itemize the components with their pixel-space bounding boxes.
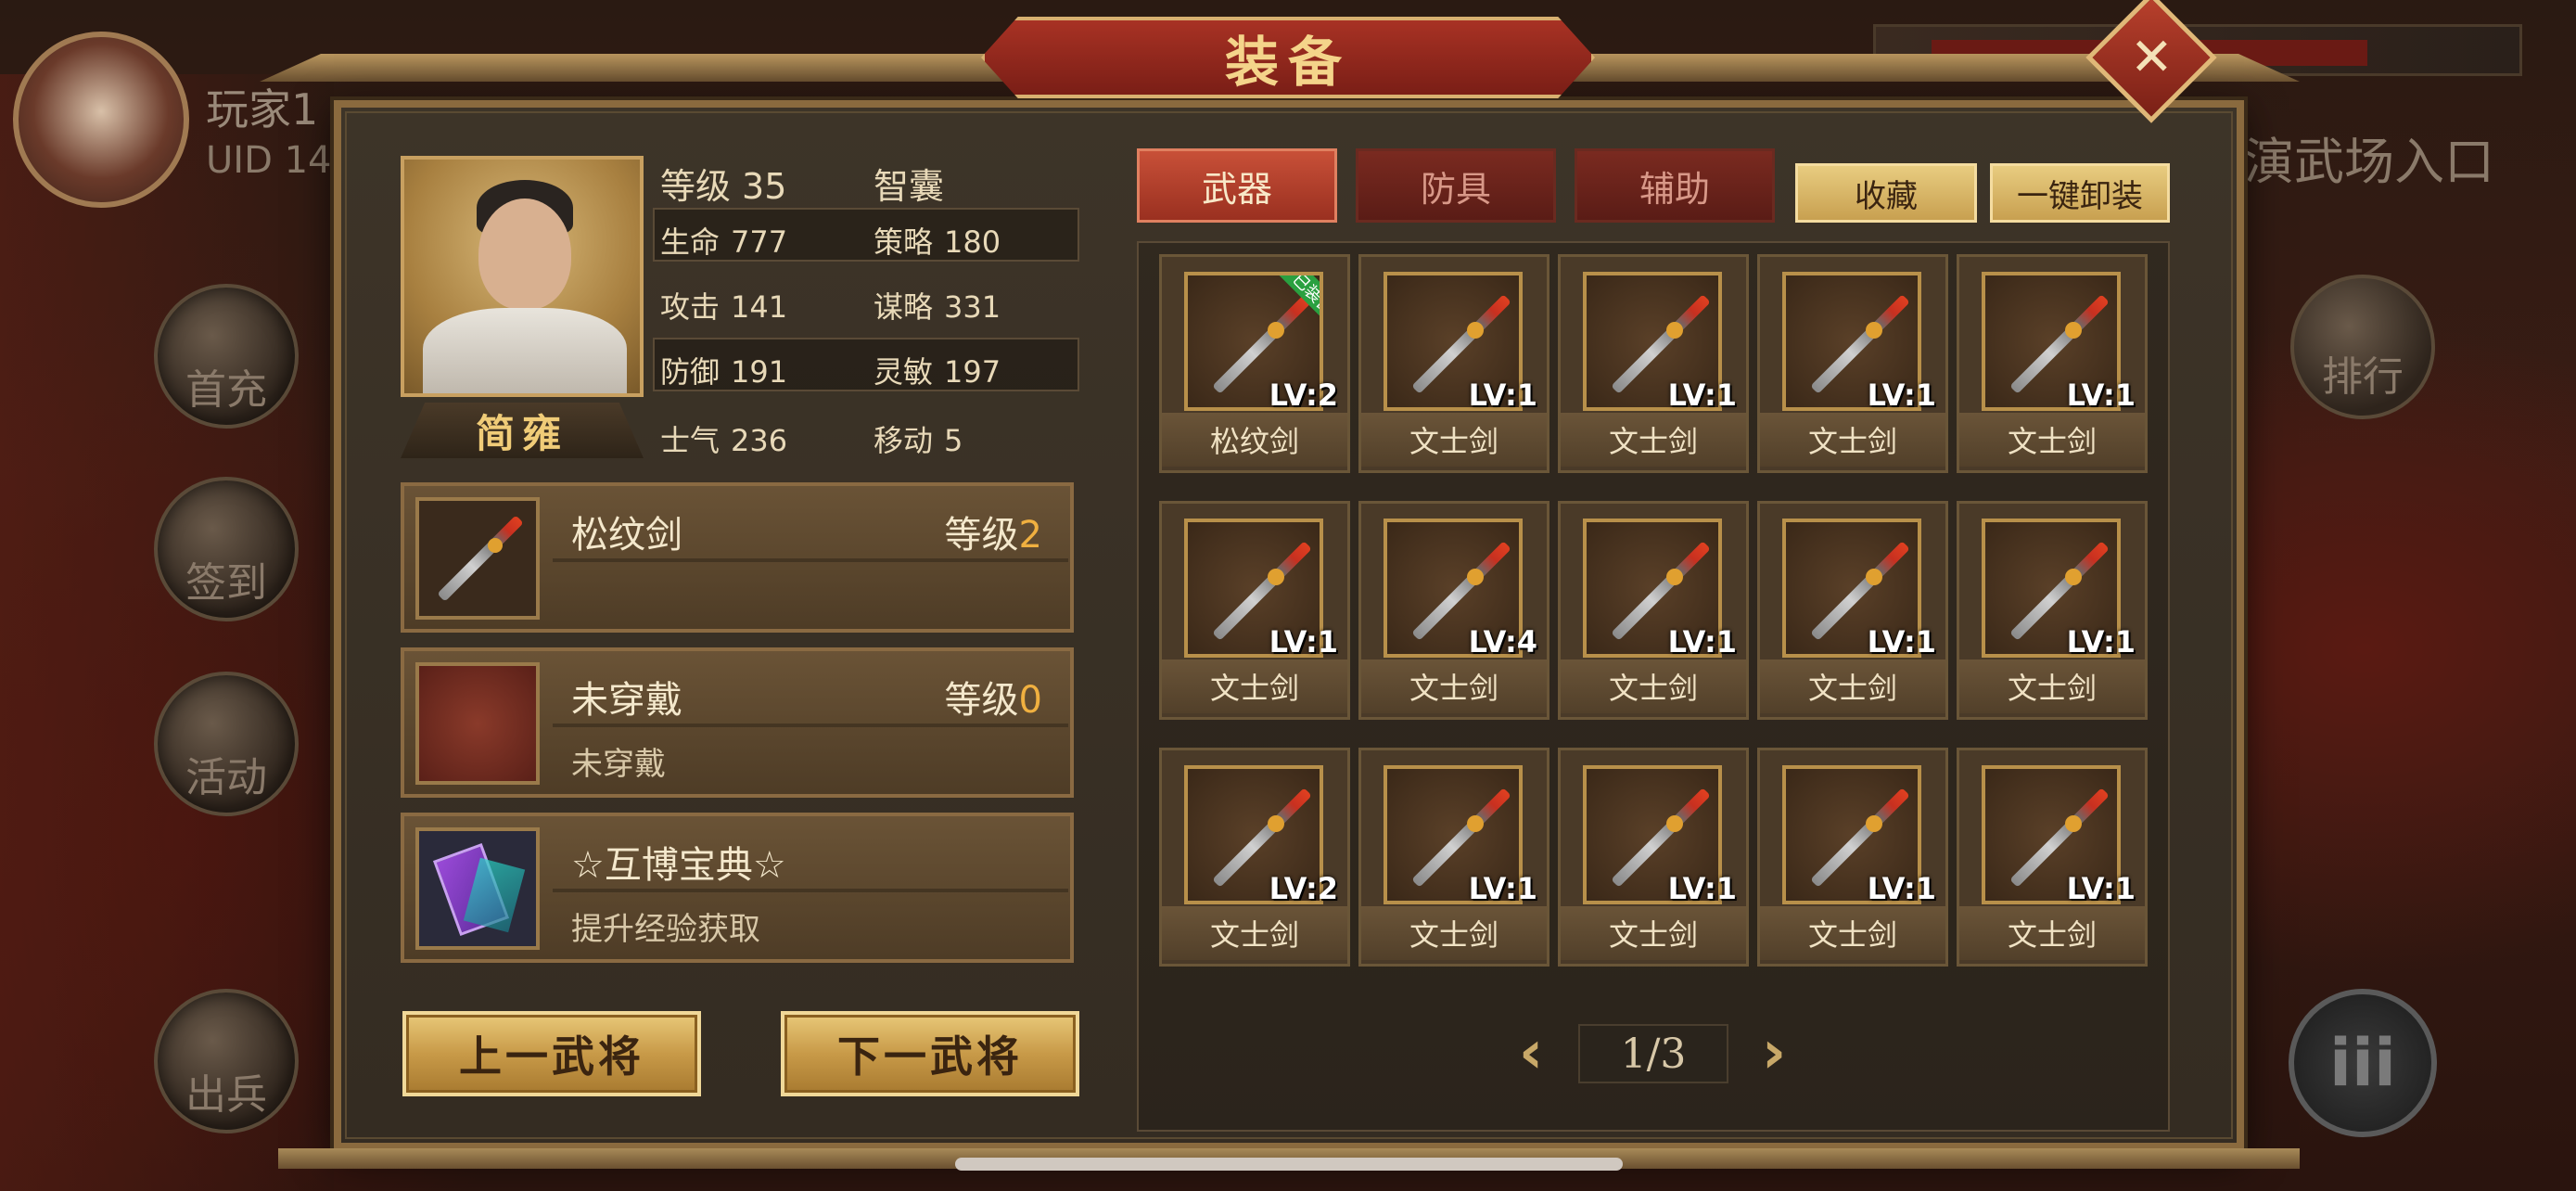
inventory-item[interactable]: LV:1 文士剑 xyxy=(1558,501,1749,720)
item-level: LV:1 xyxy=(1468,378,1537,413)
sign-in-button[interactable]: 签到 xyxy=(154,477,299,621)
inventory-item[interactable]: LV:1 文士剑 xyxy=(1757,748,1948,967)
item-level: LV:1 xyxy=(2066,624,2136,660)
close-icon: ✕ xyxy=(2129,26,2174,87)
next-general-button[interactable]: 下一武将 xyxy=(781,1011,1079,1096)
tab-accessory[interactable]: 辅助 xyxy=(1575,148,1775,223)
stat-scheme: 谋略 331 xyxy=(874,289,1001,325)
item-level: LV:1 xyxy=(1867,378,1936,413)
arena-entry-label[interactable]: 演武场入口 xyxy=(2244,121,2494,194)
item-name: 文士剑 xyxy=(1361,413,1547,467)
general-name: 简雍 xyxy=(401,403,644,458)
slot-item-name: 松纹剑 xyxy=(571,514,682,557)
page-indicator: 1/3 xyxy=(1578,1024,1728,1083)
slot-item-level: 等级0 xyxy=(944,679,1042,722)
slot-item-name: 未穿戴 xyxy=(571,679,682,722)
item-level: LV:1 xyxy=(1468,871,1537,906)
menu-button[interactable]: iii xyxy=(2289,989,2437,1137)
item-level: LV:4 xyxy=(1468,624,1537,660)
activity-button[interactable]: 活动 xyxy=(154,672,299,816)
general-portrait xyxy=(401,156,644,397)
weapon-slot[interactable]: 松纹剑 等级2 xyxy=(401,482,1074,633)
item-level: LV:1 xyxy=(1667,871,1737,906)
inventory-item[interactable]: LV:1 文士剑 xyxy=(1957,254,2148,473)
item-level: LV:1 xyxy=(1667,378,1737,413)
stat-move: 移动 5 xyxy=(874,423,963,458)
general-level: 等级 35 xyxy=(660,166,787,207)
tab-armor[interactable]: 防具 xyxy=(1356,148,1556,223)
item-level: LV:2 xyxy=(1269,871,1338,906)
inventory-item[interactable]: LV:1 文士剑 xyxy=(1757,254,1948,473)
inventory-item[interactable]: LV:1 文士剑 xyxy=(1757,501,1948,720)
ranking-button[interactable]: 排行 xyxy=(2290,275,2435,419)
title-banner: 装备 xyxy=(981,17,1595,98)
item-level: LV:1 xyxy=(2066,378,2136,413)
item-name: 文士剑 xyxy=(1162,660,1347,713)
sword-icon xyxy=(415,497,540,620)
inventory-item[interactable]: LV:1 文士剑 xyxy=(1957,748,2148,967)
inventory-item[interactable]: LV:4 文士剑 xyxy=(1358,501,1549,720)
item-name: 文士剑 xyxy=(1760,660,1945,713)
page-title: 装备 xyxy=(1224,31,1351,94)
unequip-all-button[interactable]: 一键卸装 xyxy=(1990,163,2170,223)
stat-strategy: 策略 180 xyxy=(874,224,1001,260)
slot-item-level: 等级2 xyxy=(944,514,1042,557)
item-level: LV:2 xyxy=(1269,378,1338,413)
item-level: LV:1 xyxy=(1867,871,1936,906)
stat-hp: 生命 777 xyxy=(660,224,788,260)
deploy-button[interactable]: 出兵 xyxy=(154,989,299,1133)
inventory-item[interactable]: LV:1 文士剑 xyxy=(1558,254,1749,473)
item-level: LV:1 xyxy=(2066,871,2136,906)
empty-armor-icon xyxy=(415,662,540,785)
item-name: 文士剑 xyxy=(1361,906,1547,960)
slot-item-name: ☆互博宝典☆ xyxy=(571,844,786,887)
inventory-item[interactable]: LV:2 文士剑 xyxy=(1159,748,1350,967)
inventory-item[interactable]: LV:1 文士剑 xyxy=(1558,748,1749,967)
item-name: 文士剑 xyxy=(1959,413,2145,467)
chevron-left-icon[interactable]: ‹ xyxy=(1500,1022,1562,1083)
slot-item-desc: 未穿戴 xyxy=(571,746,666,783)
stat-morale: 士气 236 xyxy=(660,423,788,458)
player-avatar[interactable] xyxy=(13,32,189,208)
book-icon xyxy=(415,827,540,950)
general-trait: 智囊 xyxy=(874,166,945,207)
item-name: 文士剑 xyxy=(1760,906,1945,960)
item-name: 文士剑 xyxy=(1561,413,1746,467)
favorite-button[interactable]: 收藏 xyxy=(1795,163,1977,223)
prev-general-button[interactable]: 上一武将 xyxy=(402,1011,701,1096)
slot-item-desc: 提升经验获取 xyxy=(571,911,760,948)
stat-attack: 攻击 141 xyxy=(660,289,788,325)
item-name: 文士剑 xyxy=(1361,660,1547,713)
first-recharge-button[interactable]: 首充 xyxy=(154,284,299,429)
stat-agility: 灵敏 197 xyxy=(874,354,1001,390)
inventory-item[interactable]: LV:1 文士剑 xyxy=(1358,748,1549,967)
inventory-item[interactable]: 已装备 LV:2 松纹剑 xyxy=(1159,254,1350,473)
item-name: 文士剑 xyxy=(1959,660,2145,713)
home-indicator[interactable] xyxy=(955,1158,1623,1171)
item-level: LV:1 xyxy=(1667,624,1737,660)
item-name: 文士剑 xyxy=(1760,413,1945,467)
tab-weapon[interactable]: 武器 xyxy=(1137,148,1337,223)
stat-defense: 防御 191 xyxy=(660,354,788,390)
item-name: 松纹剑 xyxy=(1162,413,1347,467)
item-name: 文士剑 xyxy=(1959,906,2145,960)
item-name: 文士剑 xyxy=(1162,906,1347,960)
inventory-item[interactable]: LV:1 文士剑 xyxy=(1957,501,2148,720)
item-name: 文士剑 xyxy=(1561,660,1746,713)
armor-slot[interactable]: 未穿戴 等级0 未穿戴 xyxy=(401,647,1074,798)
item-level: LV:1 xyxy=(1867,624,1936,660)
player-uid: UID 14 xyxy=(206,139,332,182)
inventory-item[interactable]: LV:1 文士剑 xyxy=(1358,254,1549,473)
item-name: 文士剑 xyxy=(1561,906,1746,960)
inventory-item[interactable]: LV:1 文士剑 xyxy=(1159,501,1350,720)
player-name: 玩家1 xyxy=(206,84,319,134)
accessory-slot[interactable]: ☆互博宝典☆ 提升经验获取 xyxy=(401,813,1074,963)
item-level: LV:1 xyxy=(1269,624,1338,660)
chevron-right-icon[interactable]: › xyxy=(1743,1022,1804,1083)
